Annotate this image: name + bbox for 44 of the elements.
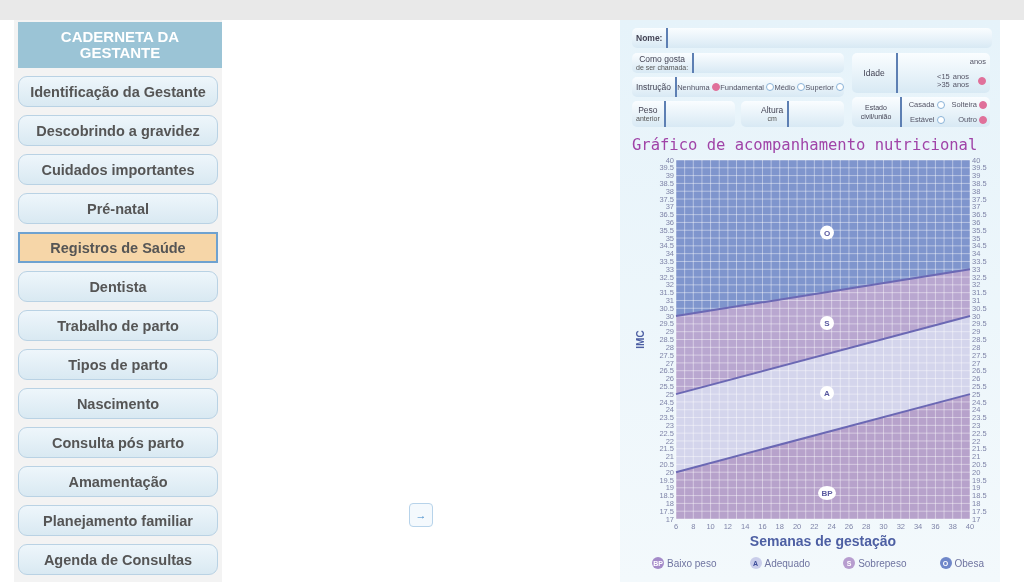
annotation: S [824,319,831,329]
field-label: Idade [863,68,885,78]
field-label: Peso [638,106,658,115]
radio-button[interactable] [936,100,945,109]
field-label: Como gosta [639,55,685,64]
radio-button[interactable] [796,83,805,91]
nav-button[interactable]: Identificação da Gestante [18,76,218,107]
chart-title: Gráfico de acompanhamento nutricional [632,135,979,155]
legend-label: Obesa [954,557,984,569]
legend-label: Baixo peso [667,557,717,569]
nav-button[interactable]: Nascimento [18,388,218,419]
nav-button[interactable]: Consulta pós parto [18,427,218,458]
radio-button[interactable] [835,83,844,91]
radio-button[interactable] [978,77,986,86]
annotation: A [824,389,831,399]
field-label: Altura [761,106,784,115]
region-label: S [820,316,834,331]
legend-label: Sobrepeso [858,557,907,569]
nav-button[interactable]: Dentista [18,271,218,302]
radio-button[interactable] [979,115,987,124]
radio-button[interactable] [711,83,720,91]
nav-button[interactable]: Tipos de parto [18,349,218,380]
legend-label: Adequado [764,557,811,569]
radio-button[interactable] [766,83,774,91]
name-field[interactable]: Nome: [632,28,992,48]
y-axis-label: IMC [635,330,646,349]
nav-button[interactable]: Amamentação [18,466,218,497]
nav-button[interactable]: Cuidados importantes [18,154,218,185]
region-label: A [820,386,834,401]
radio-button[interactable] [936,115,945,124]
field-label: Instrução [636,82,671,92]
nav-button[interactable]: Planejamento familiar [18,505,218,536]
x-axis-label: Semanas de gestação [749,533,897,549]
radio-button[interactable] [979,100,987,109]
next-button[interactable]: → [409,503,433,527]
nav-button[interactable]: Pré-natal [18,193,218,224]
nav-button[interactable]: Agenda de Consultas [18,544,218,575]
region-label: O [820,225,834,240]
field-label: Nome: [636,33,663,43]
sidebar-title: CADERNETA DA GESTANTE [18,22,222,68]
nav-button[interactable]: Trabalho de parto [18,310,218,341]
nav-button[interactable]: Descobrindo a gravidez [18,115,218,146]
nav-button[interactable]: Registros de Saúde [18,232,218,263]
region-label: BP [818,486,836,500]
